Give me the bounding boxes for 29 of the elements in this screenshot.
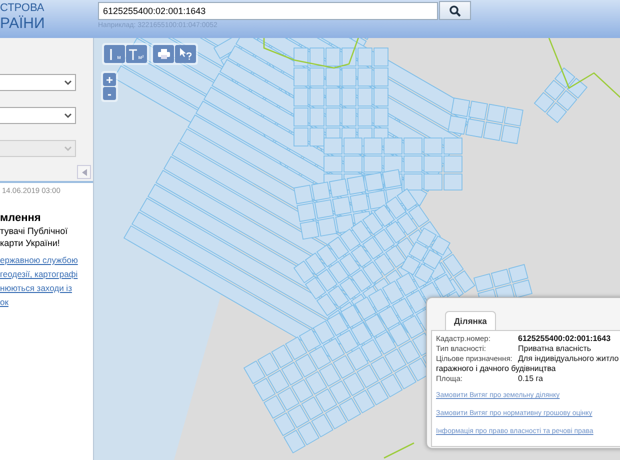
dropdown[interactable] bbox=[0, 107, 76, 124]
field-value: 6125255400:02:001:1643 bbox=[518, 334, 611, 344]
zoom-in-button[interactable]: + bbox=[103, 73, 116, 86]
cursor-question-icon bbox=[179, 48, 192, 60]
field-value: Для індивідуального житло bbox=[518, 354, 619, 364]
collapse-button[interactable] bbox=[77, 165, 91, 179]
field-value: гаражного і дачного будівництва bbox=[436, 364, 556, 374]
identify-button[interactable] bbox=[175, 45, 196, 63]
chevron-icon bbox=[64, 112, 72, 118]
news-title: млення bbox=[0, 212, 41, 224]
chevron-icon bbox=[64, 146, 72, 152]
dropdown[interactable] bbox=[0, 74, 76, 91]
search-icon bbox=[449, 4, 461, 16]
field-value: 0.15 га bbox=[518, 374, 543, 384]
chevron-icon bbox=[64, 80, 72, 86]
field-value: Приватна власність bbox=[518, 344, 592, 354]
logo-text: СТРОВА bbox=[0, 2, 44, 15]
search-field[interactable]: 6125255400:02:001:1643 bbox=[98, 2, 438, 20]
news-text: карти України! bbox=[0, 238, 60, 248]
search-button[interactable] bbox=[439, 1, 471, 20]
triangle-icon bbox=[82, 168, 86, 176]
printer-icon bbox=[158, 49, 170, 59]
news-link[interactable]: ержавною службою геодезії, картографі нюються заходи із ок bbox=[0, 253, 78, 309]
t-ruler-icon bbox=[129, 48, 138, 60]
logo-text: РАЇНИ bbox=[0, 15, 45, 32]
zoom-out-button[interactable]: - bbox=[103, 87, 116, 100]
news-text: тувачі Публічної bbox=[0, 226, 68, 236]
popup-tab[interactable]: Ділянка bbox=[445, 311, 496, 330]
print-button[interactable] bbox=[153, 45, 174, 63]
